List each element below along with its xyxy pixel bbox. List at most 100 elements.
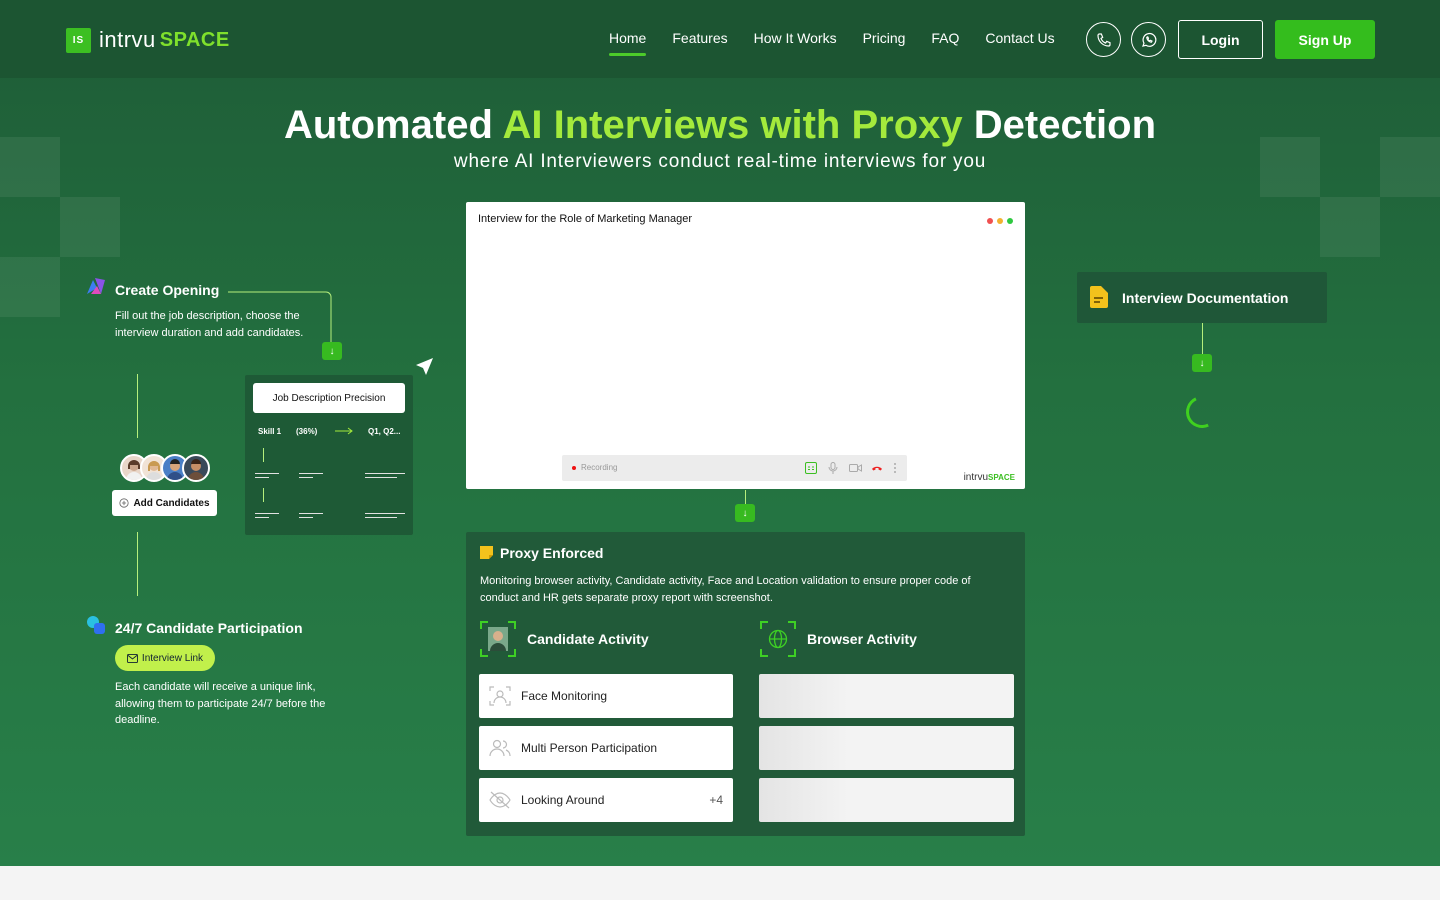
captions-icon[interactable] (805, 462, 817, 474)
nav-link-how-it-works[interactable]: How It Works (754, 30, 837, 56)
jd-placeholder-line (255, 513, 279, 514)
window-dot-red (987, 218, 993, 224)
recording-dot-icon (572, 466, 576, 470)
connector-line (745, 490, 746, 504)
activity-item-looking-around[interactable]: Looking Around +4 (479, 778, 733, 822)
jd-placeholder-line (299, 477, 313, 478)
browser-activity-title: Browser Activity (807, 631, 917, 647)
login-button[interactable]: Login (1178, 20, 1263, 59)
hero-title-part2: Detection (962, 103, 1156, 147)
decor-square (60, 197, 120, 257)
jd-placeholder-line (255, 517, 269, 518)
activity-item-label: Multi Person Participation (521, 741, 658, 755)
window-dot-green (1007, 218, 1013, 224)
browser-activity-placeholder (759, 726, 1014, 770)
arrow-down-icon: ↓ (322, 342, 342, 360)
create-opening-title: Create Opening (115, 282, 220, 298)
activity-item-label: Face Monitoring (521, 689, 608, 703)
interview-video-card: Interview for the Role of Marketing Mana… (466, 202, 1025, 489)
video-logo-accent: SPACE (988, 473, 1015, 482)
face-scan-icon (489, 686, 511, 706)
navbar: IS intrvu SPACE Home Features How It Wor… (0, 0, 1440, 78)
jd-placeholder-line (365, 517, 397, 518)
loading-spinner-icon (1181, 391, 1223, 433)
jd-connector (263, 448, 264, 462)
jd-percent-label: (36%) (296, 427, 318, 436)
logo-text-accent: SPACE (159, 28, 230, 51)
activity-item-count: +4 (709, 793, 723, 807)
jd-questions-label: Q1, Q2... (368, 427, 401, 436)
whatsapp-button[interactable] (1131, 22, 1166, 57)
phone-icon (1096, 32, 1111, 47)
jd-precision-panel: Job Description Precision Skill 1 (36%) … (245, 375, 413, 535)
nav-link-features[interactable]: Features (672, 30, 727, 56)
jd-skill-label: Skill 1 (258, 427, 282, 436)
logo-mark: IS (66, 27, 91, 53)
activity-item-face-monitoring[interactable]: Face Monitoring (479, 674, 733, 718)
connector-line (1202, 323, 1203, 354)
jd-precision-pill: Job Description Precision (253, 383, 405, 413)
proxy-description: Monitoring browser activity, Candidate a… (480, 575, 971, 604)
signup-button[interactable]: Sign Up (1275, 20, 1375, 59)
call-controls-bar: Recording (562, 455, 907, 481)
jd-placeholder-line (365, 477, 397, 478)
jd-connector (263, 488, 264, 502)
candidate-activity-icon (480, 621, 516, 657)
people-icon (489, 739, 511, 757)
document-icon (1090, 286, 1108, 308)
recording-label: Recording (581, 463, 618, 472)
jd-placeholder-line (365, 513, 405, 514)
nav-link-home[interactable]: Home (609, 30, 647, 56)
proxy-title: Proxy Enforced (500, 545, 604, 561)
arrow-down-icon: ↓ (1192, 354, 1212, 372)
video-title: Interview for the Role of Marketing Mana… (478, 213, 692, 225)
participation-icon (87, 616, 105, 634)
video-logo-text: intrvu (963, 472, 989, 483)
interview-link-badge[interactable]: Interview Link (115, 645, 215, 671)
more-options-icon[interactable] (893, 462, 897, 474)
browser-activity-placeholder (759, 778, 1014, 822)
camera-icon[interactable] (849, 463, 862, 473)
end-call-icon[interactable] (871, 464, 883, 472)
browser-activity-icon (760, 621, 796, 657)
connector-line (137, 374, 138, 438)
hero-title-highlight: AI Interviews with Proxy (502, 103, 963, 147)
connector-line (228, 291, 332, 343)
phone-button[interactable] (1086, 22, 1121, 57)
jd-placeholder-line (365, 473, 405, 474)
decor-square (1320, 197, 1380, 257)
hero-title-part1: Automated (283, 103, 503, 147)
plus-circle-icon (119, 498, 130, 508)
add-candidates-button[interactable]: Add Candidates (112, 490, 217, 516)
arrow-right-icon (335, 427, 353, 435)
proxy-enforced-panel: Proxy Enforced Monitoring browser activi… (466, 532, 1025, 836)
candidate-activity-title: Candidate Activity (527, 631, 649, 647)
main-nav: Home Features How It Works Pricing FAQ C… (609, 30, 1055, 56)
arrow-down-icon: ↓ (735, 504, 755, 522)
jd-placeholder-line (255, 477, 269, 478)
connector-line (137, 532, 138, 596)
participation-description: Each candidate will receive a unique lin… (115, 681, 326, 726)
add-candidates-label: Add Candidates (133, 497, 210, 509)
brand-logo[interactable]: IS intrvu SPACE (66, 27, 230, 53)
interview-link-label: Interview Link (141, 652, 204, 664)
avatar (182, 454, 210, 482)
logo-text: intrvu (99, 27, 156, 52)
jd-placeholder-line (299, 517, 313, 518)
sticky-note-icon (480, 546, 493, 559)
decor-square (0, 257, 60, 317)
eye-off-icon (489, 791, 511, 809)
jd-placeholder-line (299, 473, 323, 474)
window-dot-yellow (997, 218, 1003, 224)
activity-item-multi-person[interactable]: Multi Person Participation (479, 726, 733, 770)
video-watermark-logo: intrvuSPACE (964, 472, 1015, 483)
activity-item-label: Looking Around (521, 793, 605, 807)
jd-placeholder-line (299, 513, 323, 514)
nav-link-contact[interactable]: Contact Us (985, 30, 1054, 56)
nav-link-pricing[interactable]: Pricing (863, 30, 906, 56)
nav-link-faq[interactable]: FAQ (931, 30, 959, 56)
hero-title: Automated AI Interviews with Proxy Detec… (0, 103, 1440, 148)
microphone-icon[interactable] (828, 462, 838, 474)
interview-documentation-card: Interview Documentation (1077, 272, 1327, 323)
hero-section: IS intrvu SPACE Home Features How It Wor… (0, 0, 1440, 866)
